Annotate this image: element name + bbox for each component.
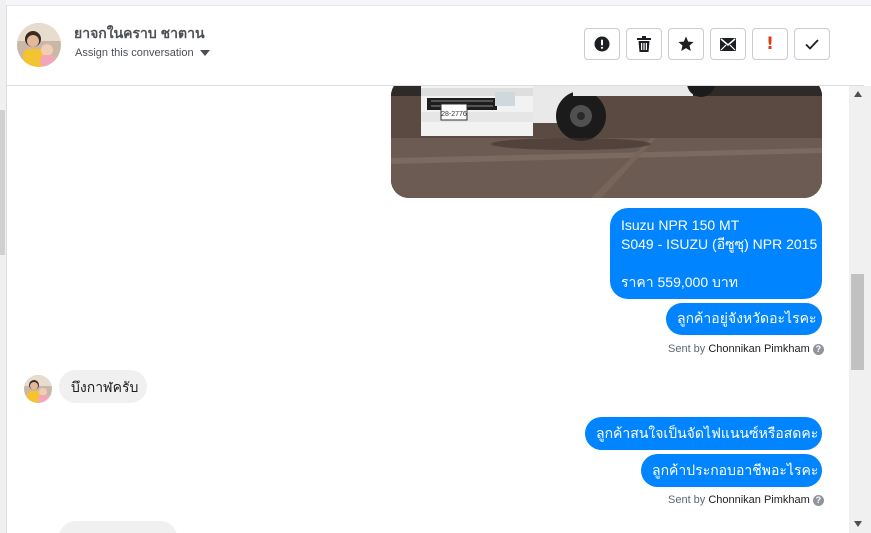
star-button[interactable] [668, 28, 704, 60]
assign-conversation-label: Assign this conversation [75, 47, 194, 59]
incoming-message-bubble[interactable] [59, 521, 177, 533]
sent-by-prefix: Sent by [668, 343, 706, 355]
contact-avatar-small[interactable] [24, 375, 52, 403]
outgoing-message-bubble[interactable]: Isuzu NPR 150 MT S049 - ISUZU (อีซูซุ) N… [610, 208, 822, 299]
mark-unread-button[interactable] [710, 28, 746, 60]
message-text: ลูกค้าอยู่จังหวัดอะไรคะ [677, 310, 817, 326]
sent-by-prefix: Sent by [668, 494, 706, 506]
contact-name[interactable]: ยาจกในคราบ ชาตาน [74, 23, 205, 45]
star-icon [678, 36, 694, 51]
message-line: Isuzu NPR 150 MT [621, 217, 740, 233]
outgoing-message-bubble[interactable]: ลูกค้าประกอบอาชีพอะไรคะ [641, 454, 822, 487]
message-line: S049 - ISUZU (อีซูซุ) NPR 2015 [621, 236, 818, 252]
mark-done-button[interactable] [794, 28, 830, 60]
header-edge [864, 6, 871, 86]
contact-avatar[interactable] [17, 23, 61, 67]
left-scrollbar-thumb[interactable] [0, 110, 5, 255]
scroll-up-arrow-icon[interactable] [854, 91, 862, 97]
outgoing-message-bubble[interactable]: ลูกค้าอยู่จังหวัดอะไรคะ [666, 303, 822, 335]
message-line-empty [621, 254, 811, 273]
sender-name[interactable]: Chonnikan Pimkham [708, 343, 810, 355]
trash-icon [637, 36, 651, 52]
mark-important-button[interactable]: ! [752, 28, 788, 60]
truck-photo-attachment[interactable]: 28-2776 [391, 86, 822, 198]
help-icon[interactable]: ? [812, 494, 824, 506]
thread-scrollbar[interactable] [849, 86, 871, 533]
scrollbar-thumb[interactable] [851, 274, 864, 370]
scroll-down-arrow-icon[interactable] [854, 521, 862, 527]
conversation-actions: ! [584, 28, 830, 60]
svg-text:28-2776: 28-2776 [441, 111, 467, 118]
conversation-header: ยาจกในคราบ ชาตาน Assign this conversatio… [7, 6, 864, 86]
message-text: ลูกค้าประกอบอาชีพอะไรคะ [652, 462, 819, 478]
incoming-message-bubble[interactable]: บึงกาฬครับ [59, 370, 147, 403]
mark-spam-button[interactable] [584, 28, 620, 60]
sent-by-label: Sent by Chonnikan Pimkham ? [668, 343, 824, 355]
help-icon[interactable]: ? [812, 343, 824, 355]
message-text: บึงกาฬครับ [71, 379, 139, 395]
sender-name[interactable]: Chonnikan Pimkham [708, 494, 810, 506]
delete-button[interactable] [626, 28, 662, 60]
exclamation-circle-icon [594, 36, 610, 52]
chevron-down-icon [199, 50, 210, 56]
left-frame-scrollbar[interactable] [0, 0, 7, 533]
envelope-icon [720, 37, 736, 51]
outgoing-message-bubble[interactable]: ลูกค้าสนใจเป็นจัดไฟแนนซ์หรือสดคะ [585, 417, 822, 450]
message-text: ลูกค้าสนใจเป็นจัดไฟแนนซ์หรือสดคะ [596, 425, 819, 441]
sent-by-label: Sent by Chonnikan Pimkham ? [668, 494, 824, 506]
exclamation-icon: ! [766, 33, 774, 54]
message-thread: 28-2776 Isuzu NPR 150 MT S049 - ISUZU (อ… [7, 86, 849, 533]
message-line: ราคา 559,000 บาท [621, 274, 738, 290]
checkmark-icon [805, 38, 819, 50]
assign-conversation-dropdown[interactable]: Assign this conversation [75, 47, 210, 59]
